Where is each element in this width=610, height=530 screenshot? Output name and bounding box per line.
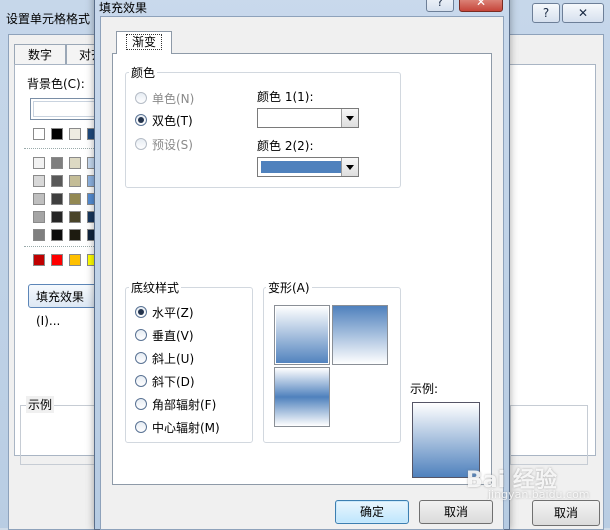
format-cells-title: 设置单元格格式 [6, 12, 91, 26]
color-swatch[interactable] [69, 229, 81, 241]
fill-close-button[interactable]: ✕ [459, 0, 503, 12]
from-corner-label: 角部辐射(F) [152, 398, 217, 412]
outer-sample-group [20, 405, 102, 465]
colors-group-label: 颜色 [129, 64, 158, 81]
color-swatch[interactable] [69, 157, 81, 169]
fill-help-button[interactable]: ? [426, 0, 454, 12]
two-colors-label: 双色(T) [152, 114, 193, 128]
outer-cancel-button[interactable]: 取消 [532, 500, 600, 526]
diagonal-up-label: 斜上(U) [152, 352, 195, 366]
outer-close-button[interactable]: ✕ [562, 3, 604, 23]
diagonal-down-radio[interactable] [135, 375, 147, 387]
from-corner-radio[interactable] [135, 398, 147, 410]
color-swatch[interactable] [51, 157, 63, 169]
one-color-radio[interactable] [135, 92, 147, 104]
horizontal-radio[interactable] [135, 306, 147, 318]
background-color-label-text: 背景色(C): [27, 77, 85, 91]
sample-label: 示例: [410, 382, 439, 396]
color-swatch[interactable] [51, 254, 63, 266]
fill-effects-title: 填充效果 [99, 1, 148, 15]
background-color-label: 背景色(C): [27, 75, 85, 92]
horizontal-label: 水平(Z) [152, 306, 194, 320]
outer-right-group [510, 405, 588, 465]
tab-gradient-label: 渐变 [125, 34, 162, 50]
cancel-button[interactable]: 取消 [419, 500, 493, 524]
outer-sample-label: 示例 [26, 396, 55, 413]
baidu-watermark-url: jingyan.baidu.com [488, 488, 590, 501]
color-swatch[interactable] [33, 229, 45, 241]
color-swatch[interactable] [33, 175, 45, 187]
color-swatch[interactable] [33, 193, 45, 205]
color2-dropdown[interactable] [257, 157, 359, 177]
variants-label: 变形(A) [266, 279, 312, 296]
chevron-down-icon [341, 109, 358, 127]
outer-help-button[interactable]: ? [532, 3, 560, 23]
color-swatch[interactable] [69, 128, 81, 140]
ok-button[interactable]: 确定 [335, 500, 409, 524]
vertical-radio[interactable] [135, 329, 147, 341]
diagonal-down-label: 斜下(D) [152, 375, 195, 389]
preset-radio[interactable] [135, 138, 147, 150]
color2-swatch [261, 161, 341, 173]
color-swatch[interactable] [33, 157, 45, 169]
from-center-radio[interactable] [135, 421, 147, 433]
color-swatch[interactable] [69, 211, 81, 223]
color-swatch[interactable] [51, 229, 63, 241]
color-swatch[interactable] [33, 254, 45, 266]
two-colors-radio[interactable] [135, 114, 147, 126]
variant-2-tile[interactable] [332, 305, 388, 365]
color-swatch[interactable] [51, 175, 63, 187]
color1-swatch [261, 112, 341, 124]
color1-dropdown[interactable] [257, 108, 359, 128]
color-swatch[interactable] [69, 175, 81, 187]
variant-3-tile[interactable] [274, 367, 330, 427]
shading-styles-label: 底纹样式 [129, 279, 182, 296]
color-swatch[interactable] [69, 254, 81, 266]
color-swatch[interactable] [51, 128, 63, 140]
variant-1-tile[interactable] [274, 305, 330, 365]
chevron-down-icon [341, 158, 358, 176]
color-swatch[interactable] [51, 193, 63, 205]
color2-label: 颜色 2(2): [257, 139, 314, 153]
color-swatch[interactable] [69, 193, 81, 205]
color-swatch[interactable] [33, 211, 45, 223]
color-swatch[interactable] [51, 211, 63, 223]
preset-label: 预设(S) [152, 138, 193, 152]
diagonal-up-radio[interactable] [135, 352, 147, 364]
vertical-label: 垂直(V) [152, 329, 194, 343]
color-swatch[interactable] [33, 128, 45, 140]
color1-label: 颜色 1(1): [257, 90, 314, 104]
one-color-label: 单色(N) [152, 92, 195, 106]
from-center-label: 中心辐射(M) [152, 421, 220, 435]
tab-number[interactable]: 数字 [14, 44, 66, 65]
tab-gradient[interactable]: 渐变 [116, 31, 172, 54]
